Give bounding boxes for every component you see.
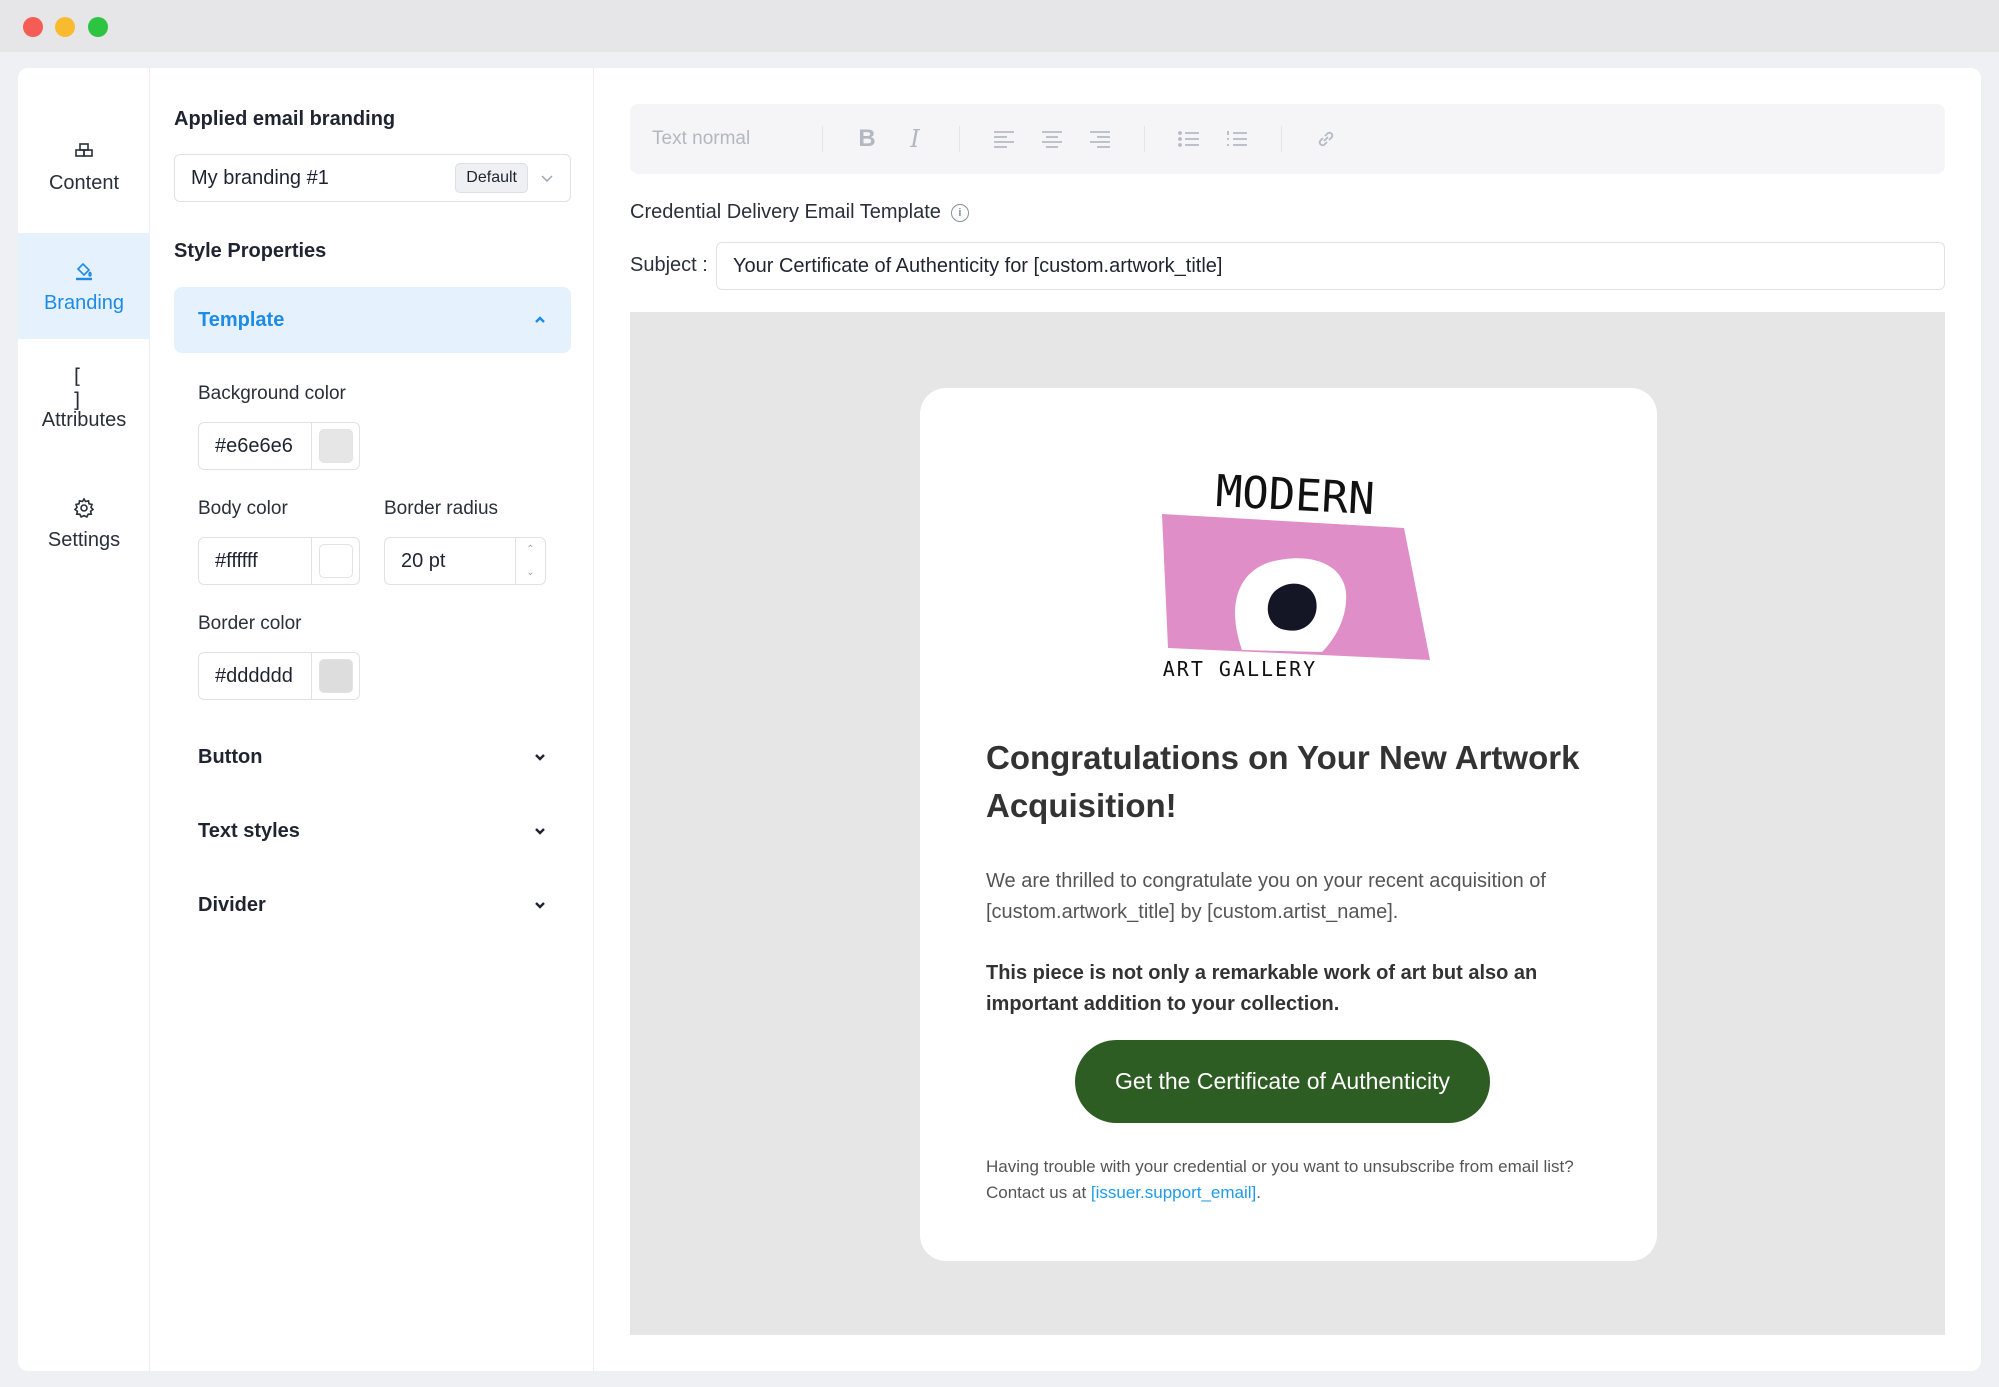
body-color-input[interactable]: #ffffff bbox=[198, 537, 360, 585]
nav-item-settings[interactable]: Settings bbox=[18, 470, 150, 576]
template-section-toggle[interactable]: Template bbox=[174, 287, 571, 353]
nav-item-label: Settings bbox=[47, 528, 121, 551]
info-icon[interactable]: i bbox=[950, 203, 969, 222]
chevron-down-icon bbox=[541, 175, 553, 182]
minimize-window-button[interactable] bbox=[55, 17, 75, 37]
text-styles-section-toggle[interactable]: Text styles bbox=[174, 798, 571, 864]
subject-label: Subject : bbox=[630, 254, 708, 276]
align-center-icon[interactable] bbox=[1038, 125, 1066, 153]
nav-item-branding[interactable]: Branding bbox=[18, 233, 150, 339]
bold-button[interactable]: B bbox=[853, 125, 881, 153]
brackets-icon: [ ] bbox=[71, 363, 84, 412]
chevron-down-icon bbox=[535, 754, 545, 761]
branding-select[interactable]: My branding #1 Default bbox=[174, 154, 571, 202]
align-right-icon[interactable] bbox=[1086, 125, 1114, 153]
nav-item-content[interactable]: Content bbox=[18, 113, 150, 219]
link-icon[interactable] bbox=[1312, 125, 1340, 153]
chevron-down-icon bbox=[535, 902, 545, 909]
bullet-list-icon[interactable] bbox=[1175, 125, 1203, 153]
button-section-toggle[interactable]: Button bbox=[174, 724, 571, 790]
stepper-down-icon[interactable]: ⌄ bbox=[516, 561, 545, 584]
email-paragraph-1: We are thrilled to congratulate you on y… bbox=[986, 870, 1546, 923]
toolbar-divider bbox=[959, 126, 960, 152]
email-preview-canvas: MODERN ART GALLERY Congratulations on Yo… bbox=[630, 312, 1945, 1335]
body-color-label: Body color bbox=[198, 498, 288, 519]
nav-item-attributes[interactable]: [ ] Attributes bbox=[18, 350, 150, 456]
divider-section-title: Divider bbox=[198, 893, 266, 916]
text-style-dropdown[interactable]: Text normal bbox=[652, 128, 802, 150]
template-title-text: Credential Delivery Email Template bbox=[630, 201, 941, 223]
gallery-logo: MODERN ART GALLERY bbox=[1162, 470, 1430, 680]
border-color-input[interactable]: #dddddd bbox=[198, 652, 360, 700]
email-footer: Having trouble with your credential or y… bbox=[986, 1154, 1586, 1206]
toolbar-divider bbox=[822, 126, 823, 152]
default-badge: Default bbox=[455, 163, 528, 193]
background-color-swatch-button[interactable] bbox=[311, 423, 359, 469]
email-heading: Congratulations on Your New Artwork Acqu… bbox=[986, 739, 1580, 824]
italic-button[interactable]: I bbox=[901, 125, 929, 153]
template-section-title: Template bbox=[198, 308, 285, 331]
border-radius-stepper[interactable]: ⌃ ⌄ bbox=[515, 538, 545, 584]
divider-section-toggle[interactable]: Divider bbox=[174, 872, 571, 938]
button-section-title: Button bbox=[198, 745, 263, 768]
email-editor: Text normal B I Credential Delivery Emai… bbox=[630, 68, 1945, 1371]
background-color-swatch bbox=[318, 429, 353, 463]
app-window: Content Branding [ ] Attributes Settings… bbox=[18, 68, 1981, 1371]
applied-branding-label: Applied email branding bbox=[174, 108, 396, 130]
chevron-down-icon bbox=[535, 828, 545, 835]
email-body-card: MODERN ART GALLERY Congratulations on Yo… bbox=[920, 388, 1657, 1261]
background-color-hex: #e6e6e6 bbox=[215, 434, 293, 457]
template-title: Credential Delivery Email Template i bbox=[630, 201, 969, 224]
body-color-swatch bbox=[318, 544, 353, 578]
body-color-hex: #ffffff bbox=[215, 549, 258, 572]
text-styles-section-title: Text styles bbox=[198, 819, 300, 842]
border-radius-input[interactable]: 20 pt ⌃ ⌄ bbox=[384, 537, 546, 585]
get-certificate-button[interactable]: Get the Certificate of Authenticity bbox=[1075, 1040, 1490, 1123]
body-color-swatch-button[interactable] bbox=[311, 538, 359, 584]
left-nav: Content Branding [ ] Attributes Settings bbox=[18, 68, 150, 1371]
content-blocks-icon bbox=[71, 138, 97, 164]
toolbar-divider bbox=[1144, 126, 1145, 152]
window-titlebar bbox=[0, 0, 1999, 52]
chevron-up-icon bbox=[535, 316, 545, 323]
background-color-label: Background color bbox=[198, 383, 346, 404]
nav-item-label: Attributes bbox=[41, 408, 127, 431]
border-radius-value: 20 pt bbox=[401, 549, 446, 572]
border-radius-label: Border radius bbox=[384, 498, 499, 519]
nav-item-label: Branding bbox=[43, 291, 125, 314]
rich-text-toolbar: Text normal B I bbox=[630, 104, 1945, 174]
align-left-icon[interactable] bbox=[990, 125, 1018, 153]
maximize-window-button[interactable] bbox=[88, 17, 108, 37]
subject-input[interactable]: Your Certificate of Authenticity for [cu… bbox=[716, 242, 1945, 290]
branding-settings-panel: Applied email branding My branding #1 De… bbox=[150, 68, 594, 1371]
email-footer-end: . bbox=[1256, 1183, 1261, 1202]
style-properties-label: Style Properties bbox=[174, 240, 327, 262]
border-color-swatch-button[interactable] bbox=[311, 653, 359, 699]
email-paragraph-2: This piece is not only a remarkable work… bbox=[986, 962, 1538, 1015]
close-window-button[interactable] bbox=[23, 17, 43, 37]
support-email-link[interactable]: [issuer.support_email] bbox=[1091, 1183, 1256, 1202]
stepper-up-icon[interactable]: ⌃ bbox=[516, 538, 545, 561]
border-color-hex: #dddddd bbox=[215, 664, 293, 687]
toolbar-divider bbox=[1281, 126, 1282, 152]
nav-item-label: Content bbox=[48, 171, 120, 194]
numbered-list-icon[interactable] bbox=[1223, 125, 1251, 153]
logo-text-modern: MODERN bbox=[1215, 470, 1376, 525]
email-footer-text: Having trouble with your credential or y… bbox=[986, 1157, 1574, 1202]
background-color-input[interactable]: #e6e6e6 bbox=[198, 422, 360, 470]
border-color-swatch bbox=[318, 659, 353, 693]
branding-select-value: My branding #1 bbox=[191, 166, 329, 189]
logo-text-art-gallery: ART GALLERY bbox=[1163, 657, 1317, 680]
paint-bucket-icon bbox=[71, 258, 97, 284]
border-color-label: Border color bbox=[198, 613, 302, 634]
gear-icon bbox=[71, 495, 97, 521]
